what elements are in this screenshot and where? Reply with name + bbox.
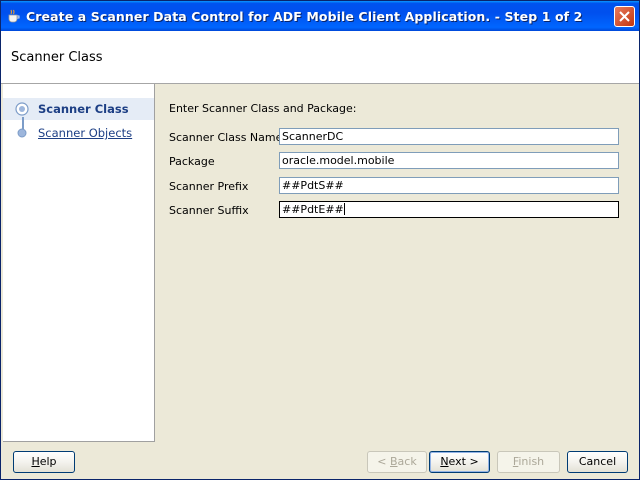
wizard-header: Scanner Class (1, 31, 639, 84)
coffee-cup-icon (7, 9, 21, 23)
step-item-scanner-objects[interactable]: Scanner Objects (3, 122, 154, 144)
page-title: Scanner Class (11, 50, 103, 65)
scanner-suffix-label: Scanner Suffix (169, 204, 249, 217)
close-icon (619, 11, 630, 22)
wizard-step-nav: Scanner Class Scanner Objects (3, 84, 155, 442)
finish-button[interactable]: Finish (497, 451, 560, 473)
scanner-class-name-input[interactable]: ScannerDC (279, 128, 619, 145)
help-button[interactable]: Help (13, 451, 75, 473)
form-intro: Enter Scanner Class and Package: (169, 102, 357, 115)
scanner-suffix-input[interactable]: ##PdtE## (279, 201, 619, 218)
step-label: Scanner Class (38, 102, 129, 116)
cancel-button[interactable]: Cancel (567, 451, 628, 473)
package-label: Package (169, 155, 215, 168)
close-button[interactable] (614, 6, 635, 27)
back-button[interactable]: < Back (367, 451, 427, 473)
scanner-suffix-value: ##PdtE## (282, 203, 344, 216)
scanner-prefix-row: Scanner Prefix ##PdtS## (169, 177, 629, 197)
step-item-scanner-class[interactable]: Scanner Class (3, 98, 154, 120)
next-button[interactable]: Next > (429, 451, 490, 473)
window-title: Create a Scanner Data Control for ADF Mo… (26, 9, 583, 24)
scanner-prefix-label: Scanner Prefix (169, 180, 249, 193)
title-bar[interactable]: Create a Scanner Data Control for ADF Mo… (1, 1, 639, 31)
pending-step-icon (15, 126, 29, 140)
scanner-class-name-row: Scanner Class Name ScannerDC (169, 128, 629, 148)
package-input[interactable]: oracle.model.mobile (279, 152, 619, 169)
step-label[interactable]: Scanner Objects (38, 126, 132, 140)
text-caret (343, 203, 345, 215)
wizard-dialog: Create a Scanner Data Control for ADF Mo… (0, 0, 640, 480)
current-step-icon (15, 102, 29, 116)
scanner-suffix-row: Scanner Suffix ##PdtE## (169, 201, 629, 221)
package-row: Package oracle.model.mobile (169, 152, 629, 172)
scanner-prefix-input[interactable]: ##PdtS## (279, 177, 619, 194)
scanner-class-name-label: Scanner Class Name (169, 131, 283, 144)
wizard-content: Enter Scanner Class and Package: Scanner… (155, 84, 639, 441)
